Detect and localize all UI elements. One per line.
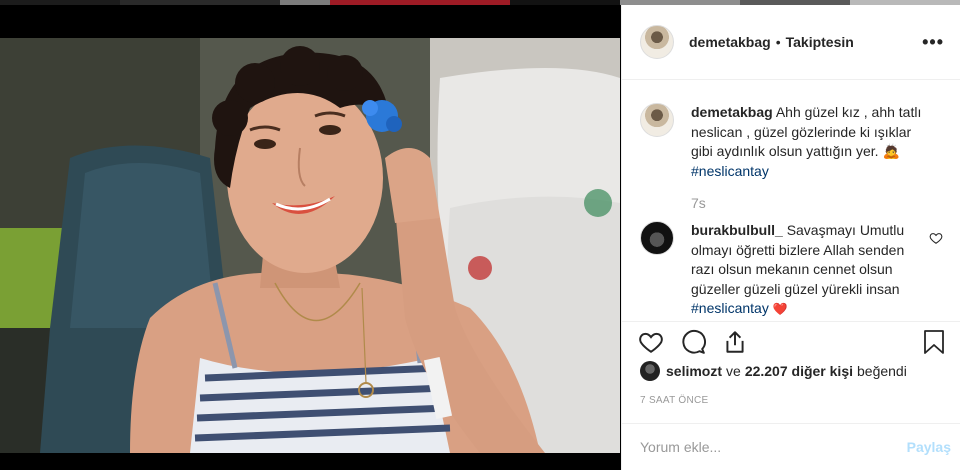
post-side-panel: demetakbag • Takiptesin ••• demetakbag A… xyxy=(621,5,960,470)
commenter-avatar[interactable] xyxy=(640,221,674,255)
comment-username[interactable]: demetakbag xyxy=(691,104,773,120)
heart-icon[interactable] xyxy=(638,329,664,355)
post-header: demetakbag • Takiptesin ••• xyxy=(622,5,960,80)
post-comment-button[interactable]: Paylaş xyxy=(907,439,951,455)
author-avatar[interactable] xyxy=(640,25,674,59)
caption-comment: demetakbag Ahh güzel kız , ahh tatlı nes… xyxy=(640,103,943,181)
comment-username[interactable]: burakbulbull_ xyxy=(691,222,783,238)
photo-icon xyxy=(0,38,620,453)
comment-hashtag[interactable]: #neslicantay xyxy=(691,300,769,316)
likes-count[interactable]: 22.207 diğer kişi xyxy=(745,363,853,379)
post-timestamp[interactable]: 7 SAAT ÖNCE xyxy=(640,395,709,406)
liker-avatar[interactable] xyxy=(640,361,660,381)
post-actions-bar xyxy=(622,321,960,361)
comment-hashtag[interactable]: #neslicantay xyxy=(691,163,769,179)
more-options-icon[interactable]: ••• xyxy=(922,32,944,53)
likes-summary: selimozt ve 22.207 diğer kişi beğendi xyxy=(640,361,907,381)
post-media[interactable] xyxy=(0,5,620,470)
liker-username[interactable]: selimozt xyxy=(666,363,722,379)
comment-input[interactable] xyxy=(640,439,907,455)
like-comment-heart-icon[interactable] xyxy=(929,231,943,245)
list-item-comment: burakbulbull_ Savaşmayı Umutlu olmayı öğ… xyxy=(640,221,943,316)
author-username[interactable]: demetakbag xyxy=(689,34,771,50)
comment-icon[interactable] xyxy=(680,329,706,355)
post-photo[interactable] xyxy=(0,38,620,453)
comments-list: demetakbag Ahh güzel kız , ahh tatlı nes… xyxy=(622,81,960,316)
likes-and: ve xyxy=(726,363,741,379)
header-separator: • xyxy=(775,34,781,50)
caption-avatar[interactable] xyxy=(640,103,674,137)
likes-suffix: beğendi xyxy=(857,363,907,379)
add-comment-bar: Paylaş xyxy=(622,423,960,470)
heart-emoji: ❤️ xyxy=(772,302,788,316)
bookmark-icon[interactable] xyxy=(923,329,945,355)
follow-status[interactable]: Takiptesin xyxy=(786,34,854,50)
caption-time[interactable]: 7s xyxy=(691,195,943,211)
share-icon[interactable] xyxy=(722,329,748,355)
